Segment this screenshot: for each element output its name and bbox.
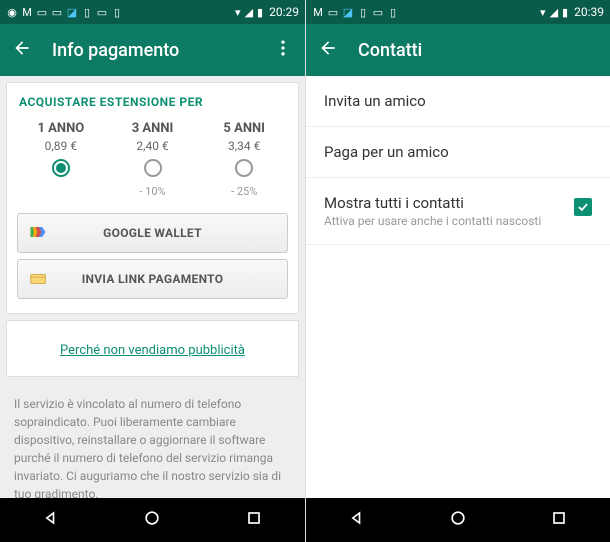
notif-icon: ▯ [387, 6, 399, 18]
nav-recent-button[interactable] [244, 508, 264, 532]
app-bar: Info pagamento [0, 24, 305, 76]
plan-price: 2,40 € [107, 139, 199, 153]
extension-card: ACQUISTARE ESTENSIONE PER 1 ANNO 0,89 € … [6, 82, 299, 314]
location-icon: ◉ [6, 6, 18, 18]
wallet-icon [28, 222, 50, 244]
signal-icon: ◢ [550, 6, 558, 19]
ads-link-card[interactable]: Perché non vendiamo pubblicità [6, 320, 299, 377]
nav-back-button[interactable] [347, 508, 367, 532]
app-icon: ◪ [66, 6, 78, 18]
notif-icon: ▭ [372, 6, 384, 18]
plan-1-year[interactable]: 1 ANNO 0,89 € [15, 121, 107, 199]
battery-icon: ▮ [562, 6, 568, 19]
item-title: Invita un amico [324, 92, 592, 110]
back-button[interactable] [12, 38, 32, 62]
navigation-bar [306, 498, 610, 542]
plan-price: 3,34 € [198, 139, 290, 153]
status-bar: M ▭ ◪ ▯ ▭ ▯ ▾ ◢ ▮ 20:39 [306, 0, 610, 24]
plan-label: 5 ANNI [198, 121, 290, 136]
checkbox-checked-icon[interactable] [574, 198, 592, 216]
item-title: Paga per un amico [324, 143, 592, 161]
disclaimer-text: Il servizio è vincolato al numero di tel… [0, 383, 305, 498]
clock: 20:29 [269, 5, 299, 19]
nav-home-button[interactable] [448, 508, 468, 532]
section-title: ACQUISTARE ESTENSIONE PER [15, 95, 290, 109]
gmail-icon: M [312, 6, 324, 18]
plans-row: 1 ANNO 0,89 € 3 ANNI 2,40 € - 10% 5 ANNI… [15, 121, 290, 199]
notif-icon: ▭ [327, 6, 339, 18]
plan-discount [15, 185, 107, 199]
plan-price: 0,89 € [15, 139, 107, 153]
radio-icon[interactable] [235, 159, 253, 177]
screen-contacts: M ▭ ◪ ▯ ▭ ▯ ▾ ◢ ▮ 20:39 Contatti Invita … [305, 0, 610, 542]
item-title: Mostra tutti i contatti [324, 194, 541, 212]
page-title: Info pagamento [52, 40, 273, 61]
page-title: Contatti [358, 40, 598, 61]
ads-link[interactable]: Perché non vendiamo pubblicità [60, 343, 245, 358]
invite-friend-item[interactable]: Invita un amico [306, 76, 610, 127]
status-icons-left: M ▭ ◪ ▯ ▭ ▯ [312, 6, 399, 18]
back-button[interactable] [318, 38, 338, 62]
google-wallet-button[interactable]: GOOGLE WALLET [17, 213, 288, 253]
item-subtitle: Attiva per usare anche i contatti nascos… [324, 214, 541, 228]
status-icons-right: ▾ ◢ ▮ 20:39 [540, 5, 604, 19]
nav-home-button[interactable] [142, 508, 162, 532]
battery-icon: ▮ [257, 6, 263, 19]
item-text: Mostra tutti i contatti Attiva per usare… [324, 194, 541, 228]
wifi-icon: ▾ [540, 6, 546, 19]
app-bar: Contatti [306, 24, 610, 76]
notif-icon: ▭ [96, 6, 108, 18]
notif-icon: ▯ [357, 6, 369, 18]
plan-label: 1 ANNO [15, 121, 107, 136]
button-label: GOOGLE WALLET [103, 226, 202, 240]
link-icon [28, 268, 50, 290]
gmail-icon: M [21, 6, 33, 18]
pay-for-friend-item[interactable]: Paga per un amico [306, 127, 610, 178]
notif-icon: ▯ [111, 6, 123, 18]
notif-icon: ▭ [51, 6, 63, 18]
plan-discount: - 10% [107, 185, 199, 199]
navigation-bar [0, 498, 305, 542]
nav-back-button[interactable] [41, 508, 61, 532]
status-bar: ◉ M ▭ ▭ ◪ ▯ ▭ ▯ ▾ ◢ ▮ 20:29 [0, 0, 305, 24]
wifi-icon: ▾ [235, 6, 241, 19]
content: ACQUISTARE ESTENSIONE PER 1 ANNO 0,89 € … [0, 76, 305, 498]
notif-icon: ▯ [81, 6, 93, 18]
clock: 20:39 [574, 5, 604, 19]
plan-5-years[interactable]: 5 ANNI 3,34 € - 25% [198, 121, 290, 199]
screen-payment-info: ◉ M ▭ ▭ ◪ ▯ ▭ ▯ ▾ ◢ ▮ 20:29 Info pagamen… [0, 0, 305, 542]
overflow-menu-button[interactable] [273, 38, 293, 62]
show-all-contacts-item[interactable]: Mostra tutti i contatti Attiva per usare… [306, 178, 610, 245]
button-label: INVIA LINK PAGAMENTO [82, 272, 224, 286]
radio-icon[interactable] [144, 159, 162, 177]
status-icons-left: ◉ M ▭ ▭ ◪ ▯ ▭ ▯ [6, 6, 123, 18]
notif-icon: ▭ [36, 6, 48, 18]
status-icons-right: ▾ ◢ ▮ 20:29 [235, 5, 299, 19]
signal-icon: ◢ [245, 6, 253, 19]
plan-label: 3 ANNI [107, 121, 199, 136]
app-icon: ◪ [342, 6, 354, 18]
nav-recent-button[interactable] [549, 508, 569, 532]
plan-discount: - 25% [198, 185, 290, 199]
content: Invita un amico Paga per un amico Mostra… [306, 76, 610, 498]
send-payment-link-button[interactable]: INVIA LINK PAGAMENTO [17, 259, 288, 299]
plan-3-years[interactable]: 3 ANNI 2,40 € - 10% [107, 121, 199, 199]
radio-selected-icon[interactable] [52, 159, 70, 177]
